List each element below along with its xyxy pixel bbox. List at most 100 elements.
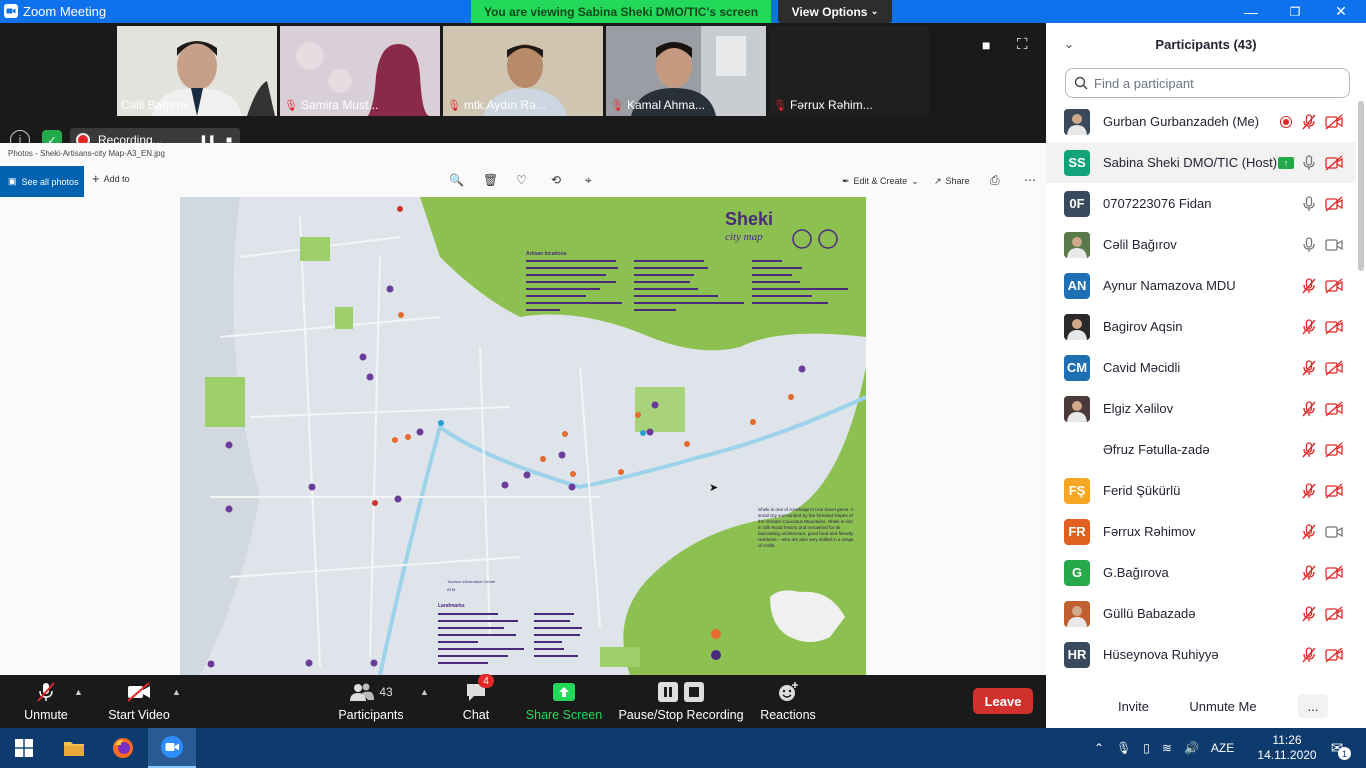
mic-muted-icon[interactable] [1300,113,1318,131]
participant-row[interactable]: Elgiz Xəlilov [1046,388,1356,429]
favorite-icon[interactable]: ♡ [516,173,527,187]
participant-row[interactable]: HR Hüseynova Ruhiyyə [1046,634,1356,675]
minimize-button[interactable]: — [1228,0,1274,23]
mic-muted-icon[interactable] [1300,441,1318,459]
video-tile[interactable]: 🎙 Fərrux Rəhim... [769,26,929,116]
scrollbar[interactable] [1357,101,1365,671]
reactions-button[interactable]: Reactions [756,675,820,728]
mic-icon[interactable] [1300,236,1318,254]
video-off-icon[interactable] [1324,400,1344,418]
participant-name: Cəlil Bağırov [1103,237,1177,252]
participant-row[interactable]: AN Aynur Namazova MDU [1046,265,1356,306]
audio-options-icon[interactable]: ▲ [74,687,83,697]
more-options-button[interactable]: ... [1298,694,1328,718]
notifications-button[interactable]: ✉ 1 [1322,728,1352,768]
video-off-icon[interactable] [1324,277,1344,295]
video-tile[interactable]: Cəlil Bağırov [117,26,277,116]
close-button[interactable]: ✕ [1318,0,1364,23]
zoom-app-icon [4,4,18,18]
video-icon[interactable] [1324,236,1344,254]
video-off-icon[interactable] [1324,195,1344,213]
share-screen-icon [553,683,575,701]
avatar: CM [1064,354,1090,381]
plus-icon: + [92,171,100,186]
mic-icon[interactable] [1300,195,1318,213]
mic-muted-icon[interactable] [1300,277,1318,295]
edit-create-button[interactable]: ✒ Edit & Create ⌄ [842,176,919,187]
video-off-icon[interactable] [1324,482,1344,500]
microphone-icon[interactable]: 🎙 [1116,741,1131,755]
video-icon[interactable] [1324,523,1344,541]
invite-button[interactable]: Invite [1096,694,1171,718]
participant-name: Fərrux Rəhimov [1103,524,1196,539]
tray-expand-icon[interactable]: ⌃ [1094,741,1104,755]
print-icon[interactable]: ⎙ [990,173,1000,188]
video-off-icon[interactable] [1324,441,1344,459]
share-button[interactable]: ↗ Share [934,176,970,187]
language-indicator[interactable]: AZE [1211,741,1234,755]
leave-button[interactable]: Leave [973,688,1033,714]
participants-options-icon[interactable]: ▲ [420,687,429,697]
video-off-icon[interactable] [1324,605,1344,623]
video-off-icon[interactable] [1324,359,1344,377]
see-all-photos-button[interactable]: ▣ See all photos [0,166,84,197]
video-tile[interactable]: 🎙 Kamal Ahma... [606,26,766,116]
video-tile[interactable]: 🎙 mtk.Aydın Rə... [443,26,603,116]
mic-muted-icon[interactable] [1300,646,1318,664]
participants-button[interactable]: 43 Participants [334,675,408,728]
file-explorer-button[interactable] [50,728,98,768]
participant-search[interactable]: Find a participant [1065,68,1350,98]
delete-icon[interactable]: 🗑 [483,173,498,187]
firefox-button[interactable] [99,728,147,768]
unmute-button[interactable]: Unmute [10,675,82,728]
mic-muted-icon[interactable] [1300,564,1318,582]
video-off-icon[interactable] [1324,646,1344,664]
fullscreen-icon[interactable]: ⛶ [1017,36,1028,53]
participant-row[interactable]: Əfruz Fətulla-zadə [1046,429,1356,470]
video-off-icon[interactable] [1324,318,1344,336]
participant-name: 0707223076 Fidan [1103,196,1212,211]
battery-icon[interactable]: ▯ [1143,741,1150,755]
more-icon[interactable]: ⋯ [1024,173,1036,187]
participant-row[interactable]: Güllü Babazadə [1046,593,1356,634]
crop-icon[interactable]: ⌖ [585,173,592,188]
pause-stop-recording-button[interactable]: Pause/Stop Recording [618,675,744,728]
mic-muted-icon[interactable] [1300,400,1318,418]
participant-row[interactable]: Gurban Gurbanzadeh (Me) [1046,101,1356,142]
video-tile[interactable]: 🎙 Samira Must... [280,26,440,116]
mic-muted-icon[interactable] [1300,523,1318,541]
chat-button[interactable]: 4 Chat [448,674,504,728]
unmute-me-button[interactable]: Unmute Me [1178,694,1268,718]
participant-row[interactable]: SS Sabina Sheki DMO/TIC (Host) ↑ [1046,142,1356,183]
video-options-icon[interactable]: ▲ [172,687,181,697]
participant-row[interactable]: Bagirov Aqsin [1046,306,1356,347]
gallery-view-icon[interactable]: ■ [982,37,990,53]
mic-muted-icon[interactable] [1300,605,1318,623]
start-video-label: Start Video [108,708,170,722]
participant-row[interactable]: G G.Bağırova [1046,552,1356,593]
add-to-button[interactable]: + Add to [92,171,130,186]
zoom-icon[interactable]: 🔍 [449,173,464,187]
participant-row[interactable]: CM Cavid Məcidli [1046,347,1356,388]
start-button[interactable] [0,728,48,768]
start-video-button[interactable]: Start Video [100,675,178,728]
mic-icon[interactable] [1300,154,1318,172]
participant-row[interactable]: FR Fərrux Rəhimov [1046,511,1356,552]
mic-muted-icon[interactable] [1300,359,1318,377]
mic-muted-icon[interactable] [1300,318,1318,336]
zoom-taskbar-button[interactable] [148,728,196,768]
participant-row[interactable]: 0F 0707223076 Fidan [1046,183,1356,224]
restore-button[interactable]: ❐ [1272,0,1318,23]
view-options-button[interactable]: View Options ⌄ [778,0,892,23]
participant-row[interactable]: FŞ Ferid Şükürlü [1046,470,1356,511]
participant-row[interactable]: Cəlil Bağırov [1046,224,1356,265]
rotate-icon[interactable]: ⟲ [551,173,561,187]
video-off-icon[interactable] [1324,564,1344,582]
video-off-icon[interactable] [1324,113,1344,131]
volume-icon[interactable]: 🔊 [1184,741,1199,755]
clock[interactable]: 11:26 14.11.2020 [1257,728,1316,768]
wifi-icon[interactable]: ≋ [1162,741,1172,755]
video-off-icon[interactable] [1324,154,1344,172]
share-screen-button[interactable]: Share Screen [524,675,604,728]
mic-muted-icon[interactable] [1300,482,1318,500]
